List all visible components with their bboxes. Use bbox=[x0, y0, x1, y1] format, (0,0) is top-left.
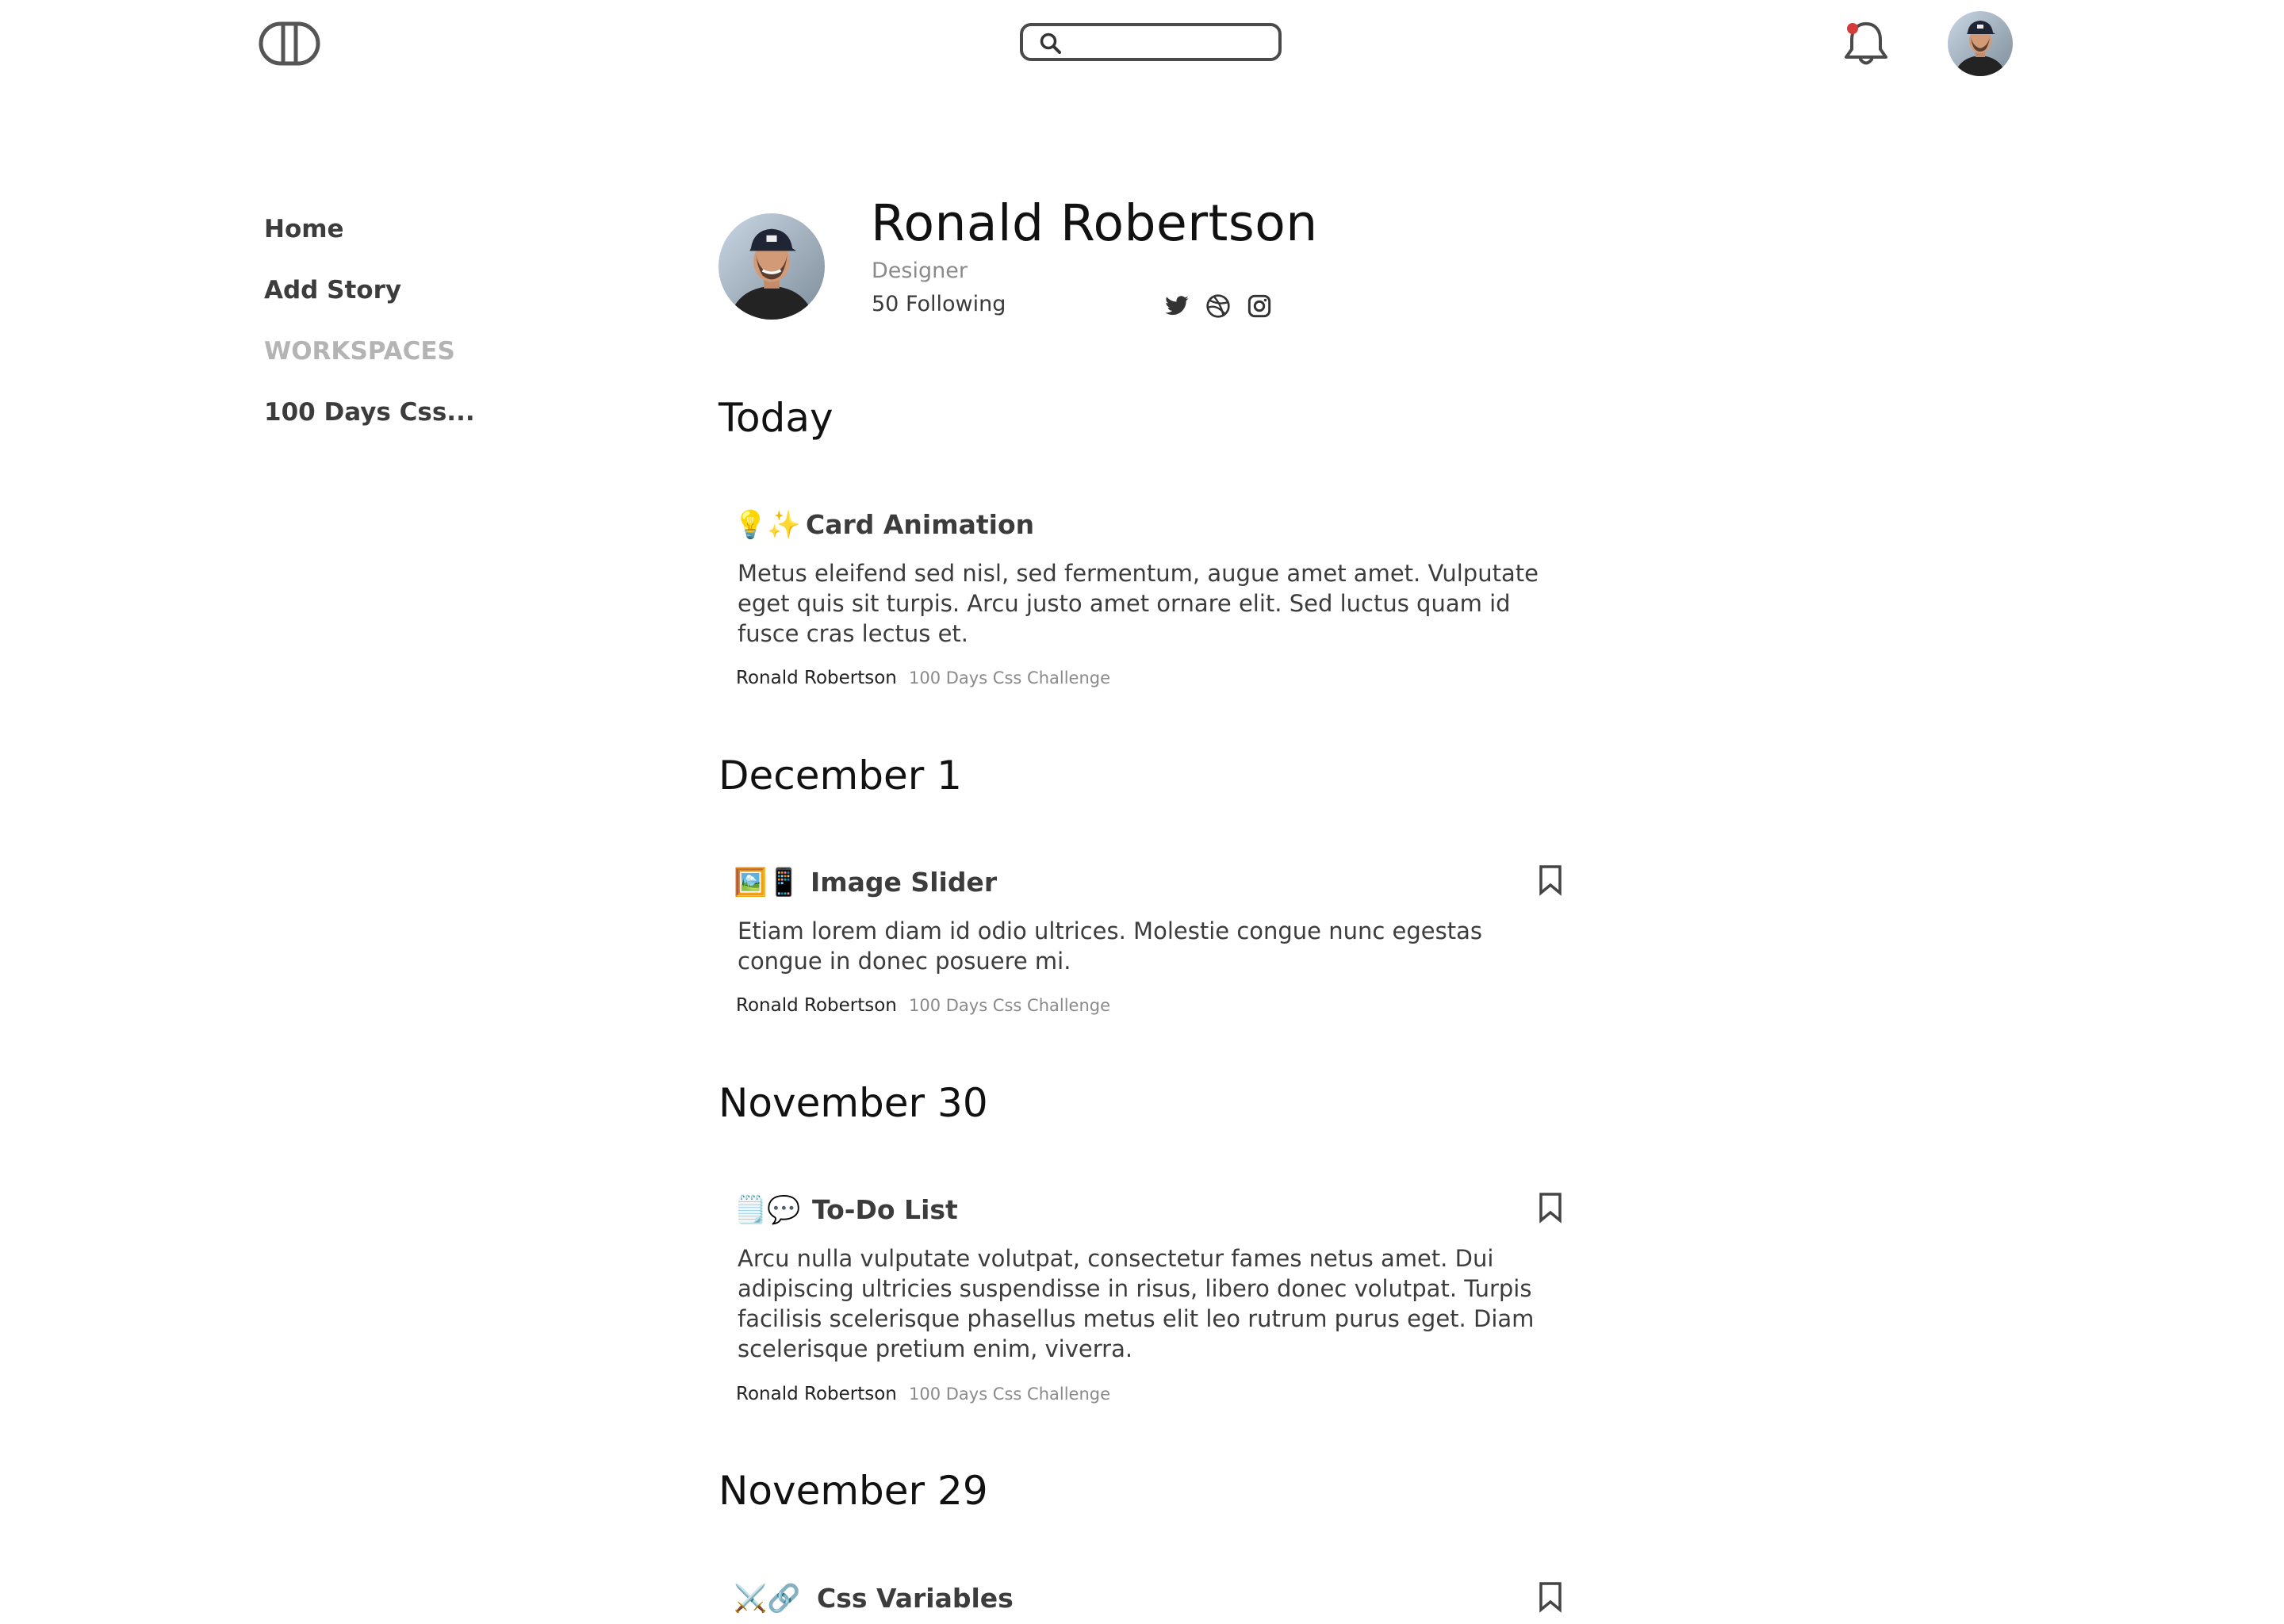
story-emoji: 💡✨ bbox=[734, 509, 801, 541]
bookmark-icon[interactable] bbox=[1537, 1192, 1564, 1224]
story-author[interactable]: Ronald Robertson bbox=[736, 995, 897, 1016]
dribbble-icon[interactable] bbox=[1205, 293, 1231, 319]
story-emoji: ⚔️🔗 bbox=[734, 1583, 801, 1614]
following-count[interactable]: 50 Following bbox=[872, 292, 1006, 316]
story-workspace[interactable]: 100 Days Css Challenge bbox=[909, 996, 1110, 1015]
sidebar-item-workspace[interactable]: 100 Days Css... bbox=[264, 398, 475, 427]
search-input[interactable] bbox=[1071, 28, 1275, 58]
instagram-icon[interactable] bbox=[1247, 293, 1272, 319]
date-heading: December 1 bbox=[719, 753, 962, 799]
pill-logo-icon[interactable] bbox=[259, 21, 320, 66]
profile-avatar bbox=[719, 213, 825, 320]
notification-dot bbox=[1847, 23, 1858, 34]
page: Home Add Story WORKSPACES 100 Days Css..… bbox=[0, 0, 2284, 1624]
search-icon bbox=[1039, 32, 1063, 56]
profile-name: Ronald Robertson bbox=[871, 194, 1318, 252]
date-heading: November 30 bbox=[719, 1080, 988, 1126]
story-excerpt: Etiam lorem diam id odio ultrices. Moles… bbox=[738, 917, 1482, 975]
bell-icon[interactable] bbox=[1841, 17, 1891, 68]
twitter-icon[interactable] bbox=[1164, 293, 1190, 319]
story-meta: Ronald Robertson 100 Days Css Challenge bbox=[736, 1382, 1110, 1408]
story-title[interactable]: To-Do List bbox=[812, 1193, 958, 1228]
date-heading: Today bbox=[719, 395, 834, 441]
sidebar-item-home[interactable]: Home bbox=[264, 215, 344, 243]
story-emoji: 🖼️📱 bbox=[734, 867, 801, 898]
story-excerpt: Metus eleifend sed nisl, sed fermentum, … bbox=[738, 560, 1539, 647]
story-title[interactable]: Card Animation bbox=[806, 508, 1034, 542]
story-title[interactable]: Css Variables bbox=[817, 1581, 1014, 1616]
bookmark-icon[interactable] bbox=[1537, 864, 1564, 896]
story-workspace[interactable]: 100 Days Css Challenge bbox=[909, 668, 1110, 688]
sidebar-section-workspaces: WORKSPACES bbox=[264, 337, 455, 366]
story-emoji: 🗒️💬 bbox=[734, 1194, 801, 1226]
story-title[interactable]: Image Slider bbox=[811, 865, 997, 900]
story-author[interactable]: Ronald Robertson bbox=[736, 1384, 897, 1404]
search-bar[interactable] bbox=[1020, 23, 1282, 61]
avatar[interactable] bbox=[1948, 11, 2013, 76]
story-meta: Ronald Robertson 100 Days Css Challenge bbox=[736, 666, 1110, 691]
story-meta: Ronald Robertson 100 Days Css Challenge bbox=[736, 994, 1110, 1019]
story-workspace[interactable]: 100 Days Css Challenge bbox=[909, 1385, 1110, 1404]
bookmark-icon[interactable] bbox=[1537, 1581, 1564, 1613]
story-author[interactable]: Ronald Robertson bbox=[736, 668, 897, 688]
story-excerpt: Arcu nulla vulputate volutpat, consectet… bbox=[738, 1245, 1535, 1362]
date-heading: November 29 bbox=[719, 1468, 988, 1514]
profile-role: Designer bbox=[872, 259, 968, 283]
sidebar-item-add-story[interactable]: Add Story bbox=[264, 276, 401, 304]
